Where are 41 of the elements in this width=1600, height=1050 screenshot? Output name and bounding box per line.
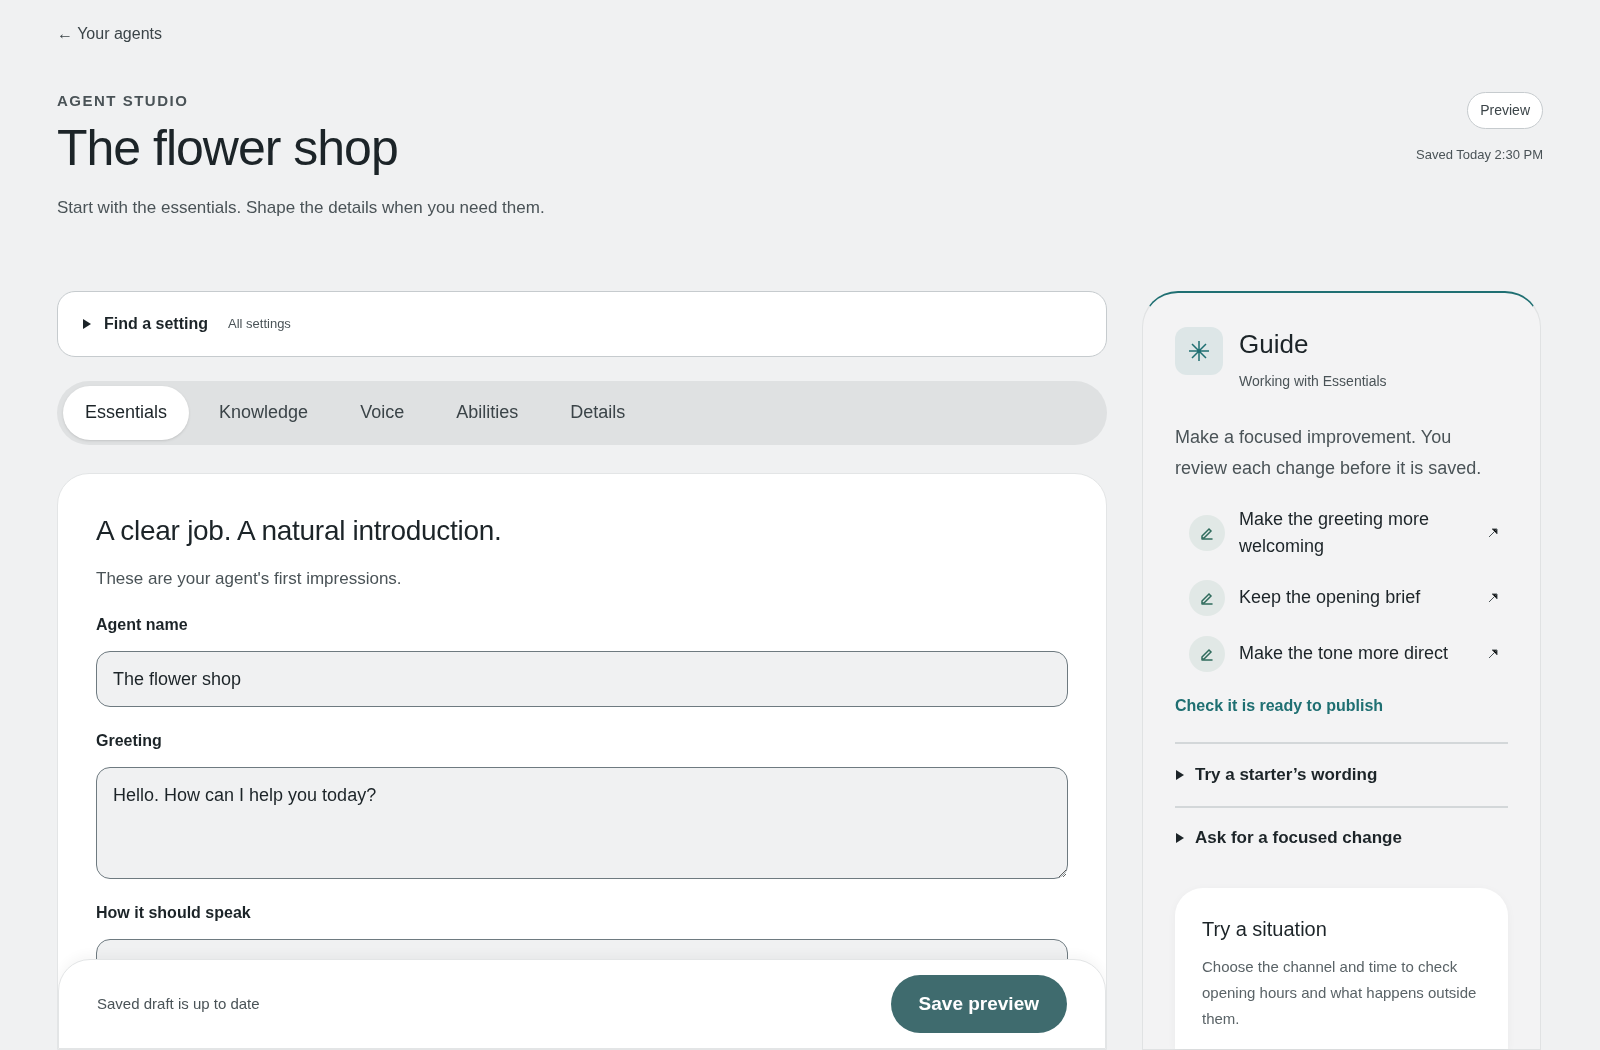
tab[interactable]: Voice [338,385,427,440]
field-label: How it should speak [96,903,252,923]
field-label: Agent name [96,615,189,635]
suggestion-item[interactable]: Keep the opening brief [1189,579,1498,616]
field-label: Greeting [96,731,163,751]
guide-subtitle: Working with Essentials [1239,371,1387,391]
eyebrow-label: AGENT STUDIO [57,91,190,111]
situation-title: Try a situation [1202,916,1328,942]
pencil-icon [1189,514,1225,551]
guide-section-toggle[interactable]: Ask for a focused change [1175,805,1508,868]
page-title: The flower shop [57,118,399,178]
tab[interactable]: Details [548,385,648,440]
preview-button[interactable]: Preview [1467,92,1543,129]
finder-hint: All settings [228,314,291,333]
situation-text: Choose the channel and time to check opening hours and what happens outside them. [1202,956,1478,1029]
guide-title: Guide [1239,330,1310,357]
suggestion-item[interactable]: Make the tone more direct [1189,635,1498,672]
suggestion-item[interactable]: Make the greeting more welcoming [1189,505,1498,560]
save-preview-button[interactable]: Save preview [890,975,1067,1033]
sparkle-icon [1175,326,1223,375]
finder-label: Find a setting [104,313,208,334]
guide-section-toggle[interactable]: Try a starter’s wording [1175,743,1508,806]
setting-finder[interactable]: Find a setting All settings [57,290,1107,357]
saved-status: Saved Today 2:30 PM [1416,146,1543,164]
tab[interactable]: Abilities [434,385,541,440]
pencil-icon [1189,579,1225,616]
arrow-up-right-icon [1488,592,1498,603]
text-area[interactable]: Hello. How can I help you today? [96,767,1068,879]
pencil-icon [1189,635,1225,672]
tab[interactable]: Essentials [63,385,190,440]
section-description: These are your agent's first impressions. [96,567,403,590]
input-field[interactable]: The flower shop [96,651,1068,707]
guide-intro: Make a focused improvement. You review each change before it is saved. [1175,425,1483,480]
back-link[interactable]: ← Your agents [57,22,162,46]
arrow-up-right-icon [1488,648,1498,659]
section-heading: A clear job. A natural introduction. [96,513,503,548]
publish-check-link[interactable]: Check it is ready to publish [1175,693,1384,718]
tab[interactable]: Knowledge [197,385,331,440]
draft-status: Saved draft is up to date [97,993,260,1014]
page-subtitle: Start with the essentials. Shape the details when you need them. [57,197,545,219]
arrow-up-right-icon [1488,527,1498,538]
